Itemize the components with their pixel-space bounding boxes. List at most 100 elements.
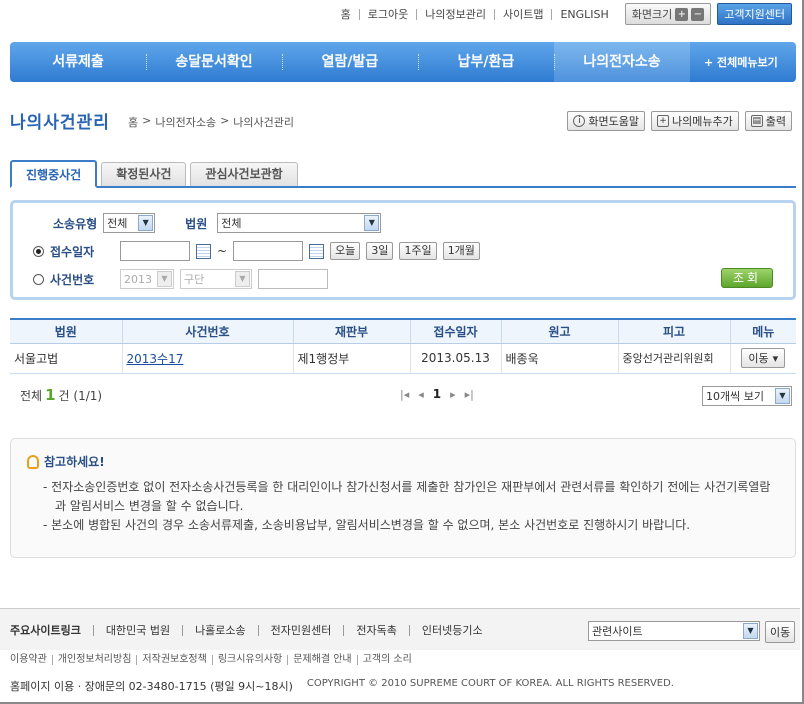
quick-3days-button[interactable]: 3일 (366, 242, 394, 260)
site-link-court[interactable]: 대한민국 법원 (92, 625, 182, 636)
sitemap-link[interactable]: 사이트맵 (493, 8, 551, 20)
first-page-icon[interactable]: |◂ (400, 388, 409, 401)
litigation-type-select[interactable]: 전체 ▼ (103, 213, 156, 233)
terms-link[interactable]: 이용약관 (10, 655, 52, 665)
cell-court: 서울고법 (10, 343, 122, 374)
case-serial-input[interactable] (258, 269, 328, 289)
contact-info: 홈페이지 이용 · 장애문의 02-3480-1715 (평일 9시~18시) (10, 680, 293, 693)
move-dropdown-button[interactable]: 이동 ▾ (741, 348, 786, 368)
site-link-civil-center[interactable]: 전자민원센터 (257, 625, 344, 636)
header-case-number: 사건번호 (121, 318, 293, 344)
date-to-input[interactable] (233, 241, 304, 261)
cell-plaintiff: 배종욱 (500, 343, 618, 374)
link-notice-link[interactable]: 링크시유의사항 (211, 655, 287, 665)
total-suffix: 건 (1/1) (58, 389, 103, 403)
date-label: 접수일자 (50, 244, 95, 259)
site-link-pro-se[interactable]: 나홀로소송 (182, 625, 258, 636)
zoom-control: 화면크기 + − (624, 3, 712, 25)
copyright: COPYRIGHT © 2010 SUPREME COURT OF KOREA.… (306, 678, 674, 689)
zoom-in-icon[interactable]: + (675, 7, 689, 21)
tab-watchlist[interactable]: 관심사건보관함 (190, 162, 298, 186)
header-bench: 재판부 (292, 318, 410, 344)
breadcrumb-my-e-litigation[interactable]: 나의전자소송 (155, 114, 216, 130)
print-button[interactable]: ▤ 출력 (744, 111, 792, 131)
tab-in-progress[interactable]: 진행중사건 (10, 160, 98, 188)
printer-icon: ▤ (750, 115, 763, 127)
privacy-link[interactable]: 개인정보처리방침 (51, 655, 137, 665)
calendar-icon[interactable] (309, 243, 325, 259)
print-label: 출력 (765, 115, 786, 128)
header-plaintiff: 원고 (500, 318, 618, 344)
help-label: 화면도움말 (588, 115, 640, 128)
case-kind-select[interactable]: 구단 ▼ (180, 269, 252, 289)
search-button[interactable]: 조회 (721, 268, 773, 288)
court-label: 법원 (185, 216, 208, 231)
pagination: |◂ ◂ 1 ▸ ▸| (400, 387, 474, 401)
quick-1month-button[interactable]: 1개월 (442, 242, 480, 260)
notice-title: 참고하세요! (44, 455, 105, 469)
help-button[interactable]: i 화면도움말 (567, 111, 646, 131)
all-menu-button[interactable]: + 전체메뉴보기 (690, 54, 778, 70)
cell-date: 2013.05.13 (409, 343, 501, 374)
cell-case-number: 2013수17 (121, 343, 293, 374)
my-info-link[interactable]: 나의정보관리 (416, 8, 494, 20)
date-radio[interactable] (33, 245, 44, 257)
date-from-input[interactable] (120, 241, 190, 261)
nav-item-payment-refund[interactable]: 납부/환급 (418, 42, 554, 82)
chevron-down-icon: ▼ (364, 215, 380, 231)
add-menu-button[interactable]: + 나의메뉴추가 (651, 111, 739, 131)
zoom-out-icon[interactable]: − (691, 7, 705, 21)
home-link[interactable]: 홈 (333, 9, 359, 20)
calendar-icon[interactable] (196, 243, 211, 259)
case-year-select[interactable]: 2013 ▼ (120, 269, 174, 289)
court-select[interactable]: 전체 ▼ (217, 213, 382, 233)
nav-item-view-issue[interactable]: 열람/발급 (282, 42, 418, 82)
cell-menu: 이동 ▾ (729, 343, 796, 374)
header-defendant: 피고 (617, 318, 730, 344)
related-sites-select[interactable]: 관련사이트 ▼ (588, 621, 760, 641)
per-page-value: 10개씩 보기 (706, 390, 764, 403)
cell-defendant: 중앙선거관리위원회 (617, 343, 730, 374)
site-link-e-demand[interactable]: 전자독촉 (343, 625, 408, 636)
footer-site-links: 주요사이트링크 대한민국 법원 나홀로소송 전자민원센터 전자독촉 인터넷등기소… (0, 608, 800, 650)
total-prefix: 전체 (20, 389, 43, 403)
page-tools: i 화면도움말 + 나의메뉴추가 ▤ 출력 (567, 111, 792, 131)
chevron-down-icon: ▼ (235, 271, 250, 287)
caret-down-icon: ▾ (772, 351, 779, 365)
table-row: 서울고법 2013수17 제1행정부 2013.05.13 배종욱 중앙선거관리… (10, 343, 796, 374)
feedback-link[interactable]: 고객의 소리 (356, 655, 417, 665)
site-link-registry[interactable]: 인터넷등기소 (408, 625, 495, 636)
copyright-policy-link[interactable]: 저작권보호정책 (136, 655, 211, 665)
tab-confirmed[interactable]: 확정된사건 (101, 162, 187, 186)
quick-today-button[interactable]: 오늘 (330, 242, 361, 260)
notice-heading: 참고하세요! (27, 453, 779, 470)
english-link[interactable]: ENGLISH (551, 8, 616, 20)
footer-contact: 홈페이지 이용 · 장애문의 02-3480-1715 (평일 9시~18시) … (10, 678, 674, 694)
chevron-down-icon: ▼ (157, 271, 172, 287)
main-nav: 서류제출 송달문서확인 열람/발급 납부/환급 나의전자소송 + 전체메뉴보기 (10, 42, 796, 82)
footer-policy-links: 이용약관 개인정보처리방침 저작권보호정책 링크시유의사항 문제해결 안내 고객… (10, 655, 417, 665)
search-panel: 소송유형 전체 ▼ 법원 전체 ▼ 접수일자 ~ 오늘 3일 1주일 1개월 사… (10, 200, 796, 300)
utility-bar: 홈 로그아웃 나의정보관리 사이트맵 ENGLISH 화면크기 + − 고객지원… (333, 3, 792, 25)
case-number-link[interactable]: 2013수17 (127, 352, 184, 366)
troubleshoot-link[interactable]: 문제해결 안내 (287, 655, 356, 665)
table-header-row: 법원 사건번호 재판부 접수일자 원고 피고 메뉴 (10, 318, 796, 344)
nav-item-delivery-check[interactable]: 송달문서확인 (146, 42, 282, 82)
last-page-icon[interactable]: ▸| (465, 388, 474, 401)
case-table: 법원 사건번호 재판부 접수일자 원고 피고 메뉴 서울고법 2013수17 제… (10, 318, 796, 374)
breadcrumb-home[interactable]: 홈 (128, 114, 138, 130)
prev-page-icon[interactable]: ◂ (418, 388, 424, 401)
quick-1week-button[interactable]: 1주일 (399, 242, 437, 260)
case-number-radio[interactable] (33, 273, 44, 285)
per-page-select[interactable]: 10개씩 보기 ▼ (702, 386, 792, 406)
current-page[interactable]: 1 (433, 387, 441, 401)
result-total: 전체 1 건 (1/1) (20, 386, 102, 404)
nav-item-submit-documents[interactable]: 서류제출 (10, 42, 146, 82)
logout-link[interactable]: 로그아웃 (358, 8, 416, 20)
next-page-icon[interactable]: ▸ (450, 388, 456, 401)
notice-item: - 본소에 병합된 사건의 경우 소송서류제출, 소송비용납부, 알림서비스변경… (43, 518, 691, 532)
nav-item-my-e-litigation[interactable]: 나의전자소송 (554, 42, 690, 82)
support-center-button[interactable]: 고객지원센터 (717, 3, 792, 25)
breadcrumb-separator: > (220, 114, 230, 127)
related-move-button[interactable]: 이동 (765, 621, 796, 643)
